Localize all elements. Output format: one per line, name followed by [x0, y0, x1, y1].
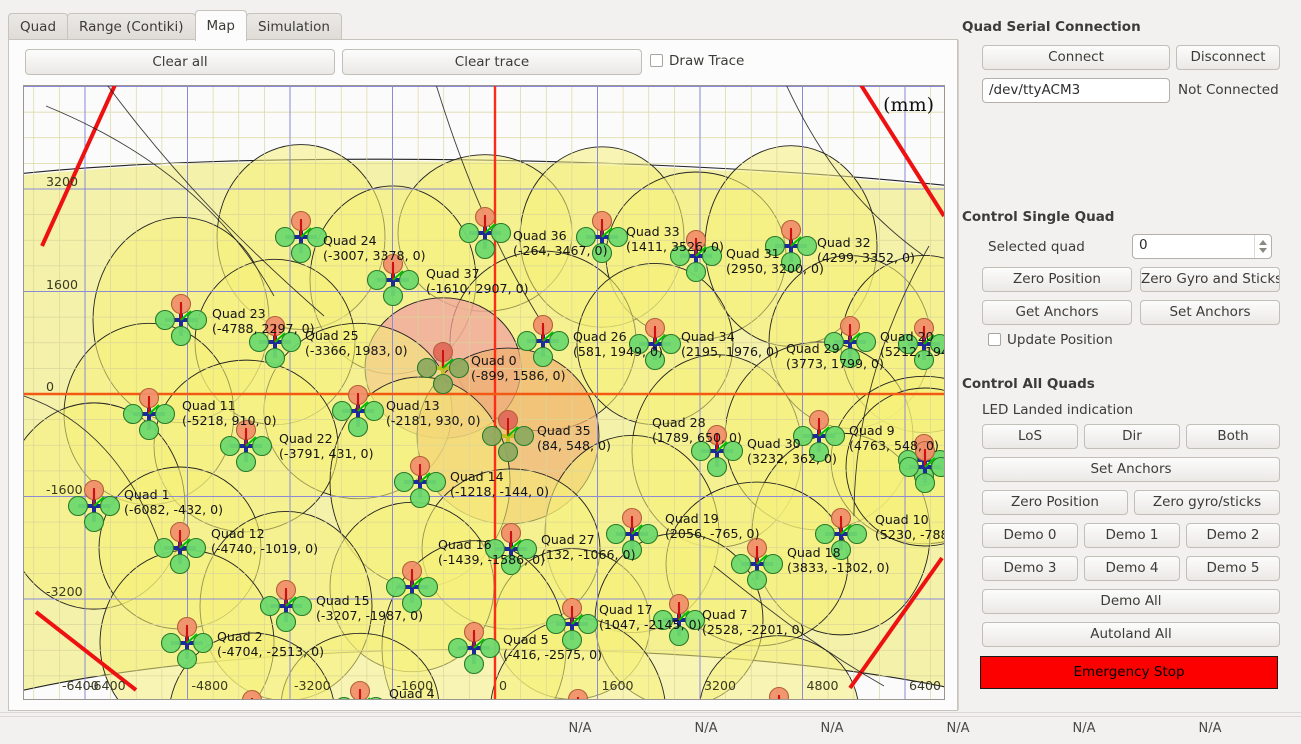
dir-button[interactable]: Dir	[1084, 424, 1180, 449]
demo-4-button[interactable]: Demo 4	[1084, 556, 1180, 581]
all-set-anchors-button[interactable]: Set Anchors	[982, 457, 1280, 482]
x-axis-tick-label: 0	[499, 678, 508, 693]
serial-status-text: Not Connected	[1178, 82, 1279, 98]
x-axis-tick-label: -1600	[396, 678, 434, 693]
status-cell: N/A	[1072, 721, 1096, 736]
x-axis-tick-label: -3200	[294, 678, 331, 693]
status-cell: N/A	[568, 721, 592, 736]
selected-quad-label: Selected quad	[988, 239, 1085, 255]
chevron-up-icon[interactable]	[1259, 240, 1267, 245]
y-axis-tick-label: 1600	[46, 276, 79, 292]
single-set-anchors-button[interactable]: Set Anchors	[1140, 300, 1280, 325]
demo-1-button[interactable]: Demo 1	[1084, 523, 1180, 548]
single-zero-position-button[interactable]: Zero Position	[982, 267, 1132, 292]
control-panel: Quad Serial Connection Connect Disconnec…	[962, 6, 1296, 711]
map-canvas[interactable]: (mm) -6400 -4800 -3200 -1600 0 1600 3200 4800 64…	[23, 85, 945, 700]
status-cell: N/A	[820, 721, 844, 736]
map-plot	[24, 86, 944, 699]
x-axis-tick-label: 3200	[704, 678, 737, 693]
y-axis-tick-label: -3200	[46, 584, 83, 599]
draw-trace-checkbox[interactable]: Draw Trace	[650, 51, 744, 73]
y-axis-tick-label: -6400	[62, 678, 99, 693]
map-toolbar: Clear all Clear trace Draw Trace	[9, 46, 959, 80]
demo-2-button[interactable]: Demo 2	[1186, 523, 1280, 548]
tab-quad[interactable]: Quad	[8, 13, 69, 41]
status-cell: N/A	[1198, 721, 1222, 736]
all-quads-section-title: Control All Quads	[962, 376, 1095, 392]
get-anchors-button[interactable]: Get Anchors	[982, 300, 1132, 325]
map-panel: Clear all Clear trace Draw Trace (mm) -6…	[8, 40, 958, 711]
draw-trace-label: Draw Trace	[669, 53, 745, 69]
serial-section-title: Quad Serial Connection	[962, 19, 1141, 35]
x-axis-tick-label: 6400	[909, 678, 942, 693]
serial-port-input[interactable]: /dev/ttyACM3	[982, 78, 1170, 103]
x-axis-tick-label: 1600	[601, 678, 634, 693]
status-cell: N/A	[694, 721, 718, 736]
single-zero-gyro-sticks-button[interactable]: Zero Gyro and Sticks	[1140, 267, 1280, 292]
chevron-down-icon[interactable]	[1259, 248, 1267, 253]
app-window: Quad Range (Contiki) Map Simulation Clear a…	[0, 0, 1301, 744]
clear-trace-button[interactable]: Clear trace	[342, 49, 642, 75]
selected-quad-spinner[interactable]: 0	[1132, 234, 1272, 259]
checkbox-icon[interactable]	[650, 54, 663, 67]
x-axis-tick-label: -4800	[191, 678, 229, 693]
y-axis-tick-label: 3200	[46, 174, 79, 189]
tab-map[interactable]: Map	[194, 10, 247, 41]
connect-button[interactable]: Connect	[982, 45, 1170, 70]
demo-3-button[interactable]: Demo 3	[982, 556, 1078, 581]
tab-range-contiki[interactable]: Range (Contiki)	[67, 13, 196, 41]
y-axis-tick-label: -1600	[46, 481, 83, 497]
demo-all-button[interactable]: Demo All	[982, 589, 1280, 614]
emergency-stop-button[interactable]: Emergency Stop	[980, 656, 1278, 689]
both-button[interactable]: Both	[1186, 424, 1280, 449]
all-zero-position-button[interactable]: Zero Position	[982, 490, 1128, 515]
demo-5-button[interactable]: Demo 5	[1186, 556, 1280, 581]
statusbar-top-border	[0, 712, 1301, 713]
single-quad-section-title: Control Single Quad	[962, 209, 1115, 225]
status-bar: N/A N/A N/A N/A N/A N/A	[0, 716, 1301, 744]
update-position-checkbox[interactable]: Update Position	[988, 330, 1113, 352]
los-button[interactable]: LoS	[982, 424, 1078, 449]
selected-quad-value: 0	[1139, 237, 1148, 253]
units-label: (mm)	[883, 94, 934, 116]
tab-simulation[interactable]: Simulation	[246, 13, 342, 41]
panel-divider	[958, 40, 959, 710]
y-axis-tick-label: 0	[46, 379, 55, 394]
disconnect-button[interactable]: Disconnect	[1176, 45, 1280, 70]
spinner-arrows[interactable]	[1254, 235, 1271, 258]
clear-all-button[interactable]: Clear all	[25, 49, 335, 75]
update-position-label: Update Position	[1007, 332, 1113, 348]
autoland-all-button[interactable]: Autoland All	[982, 622, 1280, 647]
demo-0-button[interactable]: Demo 0	[982, 523, 1078, 548]
led-landed-label: LED Landed indication	[982, 402, 1134, 418]
tab-bar: Quad Range (Contiki) Map Simulation	[8, 10, 958, 41]
checkbox-icon[interactable]	[988, 333, 1001, 346]
status-cell: N/A	[946, 721, 970, 736]
x-axis-tick-label: 4800	[806, 678, 839, 693]
all-zero-gyro-sticks-button[interactable]: Zero gyro/sticks	[1134, 490, 1280, 515]
